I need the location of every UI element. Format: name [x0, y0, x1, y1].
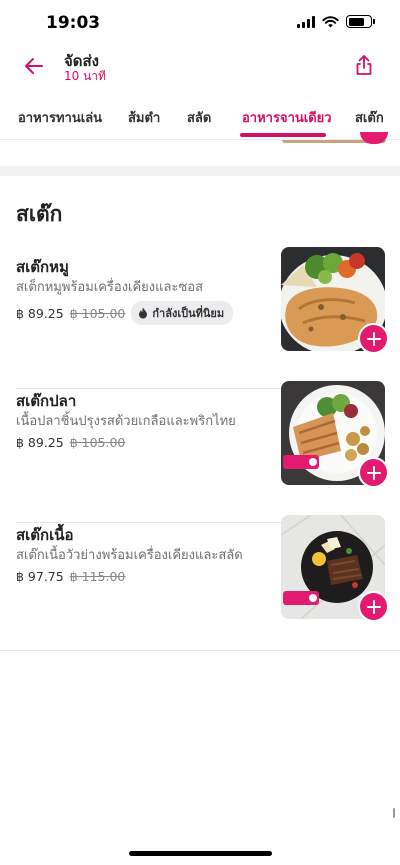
status-time: 19:03 [46, 13, 101, 33]
price-row: ฿ 89.25 ฿ 105.00 กำลังเป็นที่นิยม [16, 301, 234, 325]
plus-icon [366, 599, 381, 614]
popular-badge: กำลังเป็นที่นิยม [131, 301, 234, 325]
app-header: จัดส่ง 10 นาที [0, 46, 400, 94]
add-to-cart-button[interactable] [358, 457, 389, 488]
item-old-price: ฿ 105.00 [69, 305, 126, 321]
battery-icon [346, 15, 375, 28]
share-button[interactable] [350, 51, 378, 79]
fire-icon [139, 307, 148, 319]
item-description: เนื้อปลาชิ้นปรุงรสด้วยเกลือและพริกไทย [16, 414, 236, 429]
tab-one-dish[interactable]: อาหารจานเดียว [242, 107, 332, 128]
cellular-signal-icon [297, 15, 315, 28]
item-old-price: ฿ 105.00 [69, 435, 126, 450]
scroll-indicator [393, 808, 395, 818]
menu-item-fish-steak[interactable]: สเต๊กปลา เนื้อปลาชิ้นปรุงรสด้วยเกลือและพ… [0, 381, 400, 523]
price-row: ฿ 89.25 ฿ 105.00 [16, 435, 125, 450]
list-end-divider [0, 650, 400, 651]
menu-item-beef-steak[interactable]: สเต๊กเนื้อ สเต๊กเนื้อวัวย่างพร้อมเครื่อง… [0, 515, 400, 657]
section-divider [0, 166, 400, 176]
add-to-cart-button[interactable] [358, 323, 389, 354]
arrow-left-icon [25, 58, 43, 74]
add-to-cart-button[interactable] [358, 591, 389, 622]
home-indicator[interactable] [129, 851, 272, 856]
item-price: ฿ 89.25 [16, 435, 64, 450]
menu-item-pork-steak[interactable]: สเต๊กหมู สเต็กหมูพร้อมเครื่องเคียงและซอส… [0, 247, 400, 389]
plus-icon [366, 465, 381, 480]
tab-snacks[interactable]: อาหารทานเล่น [18, 107, 102, 128]
wifi-icon [322, 15, 339, 27]
tab-salad[interactable]: สลัด [187, 107, 211, 128]
plus-icon [366, 331, 381, 346]
item-price: ฿ 97.75 [16, 569, 64, 584]
item-price: ฿ 89.25 [16, 305, 64, 321]
back-button[interactable] [20, 52, 48, 80]
category-tab-bar: อาหารทานเล่น ส้มตำ สลัด อาหารจานเดียว สเ… [0, 94, 400, 140]
previous-item-edge [0, 132, 400, 166]
active-tab-indicator [240, 133, 326, 137]
item-old-price: ฿ 115.00 [69, 569, 126, 584]
status-icons [297, 15, 375, 28]
item-description: สเต็กหมูพร้อมเครื่องเคียงและซอส [16, 280, 204, 295]
tab-steak[interactable]: สเต๊ก [355, 107, 384, 128]
delivery-time: 10 นาที [64, 69, 106, 83]
item-description: สเต๊กเนื้อวัวย่างพร้อมเครื่องเคียงและสลั… [16, 548, 243, 563]
share-icon [356, 55, 372, 75]
status-bar: 19:03 [0, 0, 400, 46]
popular-badge-label: กำลังเป็นที่นิยม [152, 307, 225, 320]
price-row: ฿ 97.75 ฿ 115.00 [16, 569, 125, 584]
tab-somtam[interactable]: ส้มตำ [128, 107, 160, 128]
section-title: สเต๊ก [16, 202, 63, 226]
